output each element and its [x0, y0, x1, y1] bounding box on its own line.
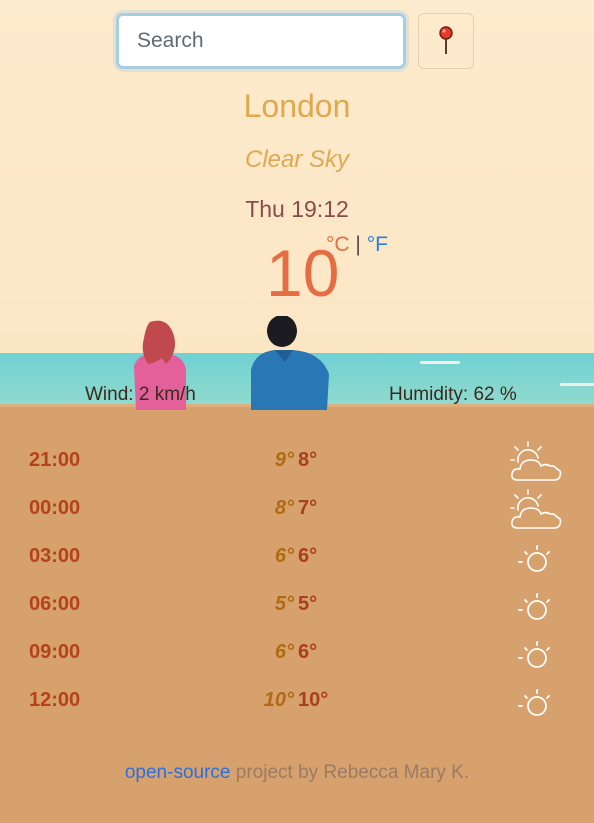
footer-credit: project by Rebecca Mary K. — [230, 762, 470, 783]
forecast-hour: 00:00 — [29, 497, 81, 519]
forecast-max: 9° — [274, 449, 294, 471]
wind-speed: Wind: 2 km/h — [85, 384, 196, 405]
sun-icon — [518, 593, 550, 620]
search-input[interactable] — [116, 13, 406, 69]
forecast-min: 7° — [298, 497, 318, 519]
wave-mark — [560, 383, 594, 386]
location-button[interactable] — [418, 13, 474, 69]
forecast-max: 5° — [274, 593, 294, 615]
weather-description: Clear Sky — [244, 146, 350, 173]
wave-mark — [420, 361, 460, 364]
forecast-min: 8° — [298, 449, 318, 471]
weather-app: London Clear Sky Thu 19:12 10 °C | °F Wi… — [0, 0, 594, 823]
forecast-hour: 21:00 — [29, 449, 81, 471]
forecast-min: 5° — [298, 593, 318, 615]
forecast-row: 06:00 5° 5° — [0, 580, 594, 628]
forecast-min: 10° — [298, 689, 329, 711]
city-name: London — [243, 88, 351, 124]
humidity: Humidity: 62 % — [389, 384, 517, 405]
forecast-max: 6° — [274, 545, 294, 567]
forecast-min: 6° — [298, 641, 318, 663]
forecast-row: 00:00 8° 7° — [0, 484, 594, 532]
partly-cloudy-icon — [510, 489, 562, 529]
map-pin-icon — [439, 26, 453, 54]
open-source-link[interactable]: open-source — [125, 762, 231, 783]
forecast-max: 6° — [274, 641, 294, 663]
date-time: Thu 19:12 — [245, 196, 349, 222]
forecast-max: 10° — [263, 689, 294, 711]
unit-separator: | — [355, 233, 361, 256]
sun-icon — [518, 689, 550, 716]
forecast-hour: 12:00 — [29, 689, 81, 711]
forecast-min: 6° — [298, 545, 318, 567]
forecast-row: 09:00 6° 6° — [0, 628, 594, 676]
man-figure — [251, 316, 329, 410]
unit-switch: °C | °F — [326, 233, 388, 257]
forecast-hour: 06:00 — [29, 593, 81, 615]
footer: open-source project by Rebecca Mary K. — [0, 762, 594, 784]
forecast-row: 03:00 6° 6° — [0, 532, 594, 580]
forecast-hour: 09:00 — [29, 641, 81, 663]
sun-icon — [518, 545, 550, 572]
forecast-max: 8° — [274, 497, 294, 519]
partly-cloudy-icon — [510, 441, 562, 481]
fahrenheit-link[interactable]: °F — [367, 233, 388, 256]
sun-icon — [518, 641, 550, 668]
forecast-row: 21:00 9° 8° — [0, 436, 594, 484]
celsius-link[interactable]: °C — [326, 233, 350, 256]
forecast-hour: 03:00 — [29, 545, 81, 567]
forecast-row: 12:00 10° 10° — [0, 676, 594, 724]
